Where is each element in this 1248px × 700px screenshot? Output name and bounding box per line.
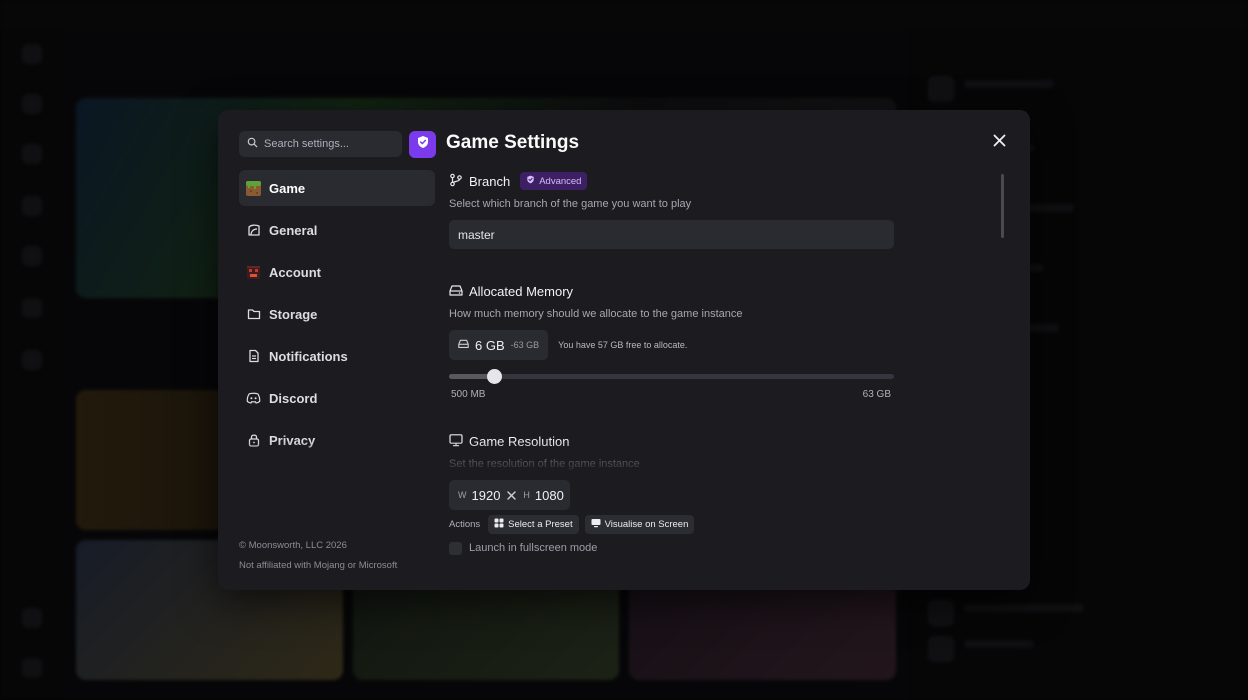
grid-icon [494, 518, 504, 531]
close-button[interactable] [990, 134, 1008, 152]
sidebar-item-label: Discord [269, 390, 318, 406]
memory-section: Allocated Memory How much memory should … [449, 280, 899, 400]
resolution-title: Game Resolution [469, 433, 570, 449]
resolution-section: Game Resolution Set the resolution of th… [449, 430, 899, 555]
resolution-heading: Game Resolution [449, 430, 899, 452]
screen-icon [591, 518, 601, 531]
memory-title: Allocated Memory [469, 283, 574, 299]
search-input[interactable] [264, 138, 394, 150]
memory-diff: -63 GB [510, 340, 540, 350]
settings-sidebar: Game General Account Storage Notificatio… [239, 170, 435, 464]
actions-label: Actions [449, 519, 481, 530]
sidebar-item-game[interactable]: Game [239, 170, 435, 206]
height-prefix: H [523, 490, 530, 500]
sidebar-item-discord[interactable]: Discord [239, 380, 435, 416]
sidebar-item-storage[interactable]: Storage [239, 296, 435, 332]
git-branch-icon [449, 173, 463, 190]
branch-heading: Branch Advanced [449, 170, 899, 192]
select-preset-label: Select a Preset [508, 519, 573, 530]
slider-thumb[interactable] [487, 369, 502, 384]
slider-max-label: 63 GB [862, 389, 891, 400]
grass-block-icon [246, 180, 261, 196]
shield-icon-button[interactable] [409, 131, 436, 158]
slider-labels: 500 MB 63 GB [449, 389, 891, 400]
sidebar-item-account[interactable]: Account [239, 254, 435, 290]
sidebar-item-label: Storage [269, 306, 318, 322]
fullscreen-checkbox[interactable] [449, 541, 462, 555]
branch-input[interactable]: master [449, 220, 894, 249]
shield-check-icon [526, 175, 535, 187]
width-prefix: W [458, 490, 467, 500]
slider-track [449, 374, 894, 379]
memory-value-box[interactable]: 6 GB -63 GB [449, 330, 549, 360]
modal-title: Game Settings [446, 132, 580, 153]
sidebar-item-general[interactable]: General [239, 212, 435, 248]
width-value[interactable]: 1920 [472, 488, 501, 503]
resolution-input[interactable]: W 1920 H 1080 [449, 480, 570, 510]
select-preset-button[interactable]: Select a Preset [488, 515, 579, 534]
settings-modal: Game General Account Storage Notificatio… [218, 110, 1030, 590]
sidebar-item-privacy[interactable]: Privacy [239, 422, 435, 458]
sidebar-item-label: General [269, 222, 318, 238]
memory-drive-icon [449, 283, 463, 300]
memory-value: 6 GB [475, 337, 505, 353]
memory-slider[interactable] [449, 369, 894, 385]
footer-copyright: © Moonsworth, LLC 2026 [239, 540, 347, 551]
sidebar-item-label: Privacy [269, 432, 316, 448]
resolution-actions: Actions Select a Preset Visualise on Scr… [449, 515, 899, 534]
folder-icon [246, 307, 261, 322]
visualise-label: Visualise on Screen [604, 519, 689, 530]
height-value[interactable]: 1080 [535, 488, 564, 503]
general-icon [246, 223, 261, 238]
memory-heading: Allocated Memory [449, 280, 899, 302]
visualise-button[interactable]: Visualise on Screen [584, 515, 695, 534]
monitor-icon [449, 433, 463, 450]
memory-free-note: You have 57 GB free to allocate. [558, 340, 688, 350]
account-icon [246, 265, 261, 280]
settings-content: Branch Advanced Select which branch of t… [449, 170, 899, 555]
sidebar-item-notifications[interactable]: Notifications [239, 338, 435, 374]
sidebar-item-label: Game [269, 180, 306, 196]
shield-check-icon [416, 135, 430, 154]
search-icon [247, 135, 258, 153]
branch-section: Branch Advanced Select which branch of t… [449, 170, 899, 249]
memory-drive-icon [458, 336, 469, 354]
branch-title: Branch [469, 173, 511, 189]
discord-icon [246, 391, 261, 406]
sidebar-item-label: Notifications [269, 348, 348, 364]
memory-description: How much memory should we allocate to th… [449, 308, 743, 320]
lock-icon [246, 433, 261, 448]
close-icon [993, 134, 1006, 152]
branch-description: Select which branch of the game you want… [449, 198, 692, 210]
advanced-badge-label: Advanced [539, 175, 582, 187]
memory-value-row: 6 GB -63 GB You have 57 GB free to alloc… [449, 330, 899, 360]
footer-disclaimer: Not affiliated with Mojang or Microsoft [239, 560, 398, 571]
advanced-badge: Advanced [520, 172, 588, 190]
slider-min-label: 500 MB [451, 389, 486, 400]
modal-footer: © Moonsworth, LLC 2026 Not affiliated wi… [239, 536, 397, 576]
resolution-description: Set the resolution of the game instance [449, 458, 640, 470]
content-scrollbar[interactable] [1001, 174, 1004, 238]
fullscreen-checkbox-row[interactable]: Launch in fullscreen mode [449, 541, 899, 555]
notification-icon [246, 349, 261, 364]
search-field[interactable] [239, 131, 402, 157]
sidebar-item-label: Account [269, 264, 321, 280]
fullscreen-label: Launch in fullscreen mode [469, 542, 598, 554]
times-icon [507, 488, 517, 503]
